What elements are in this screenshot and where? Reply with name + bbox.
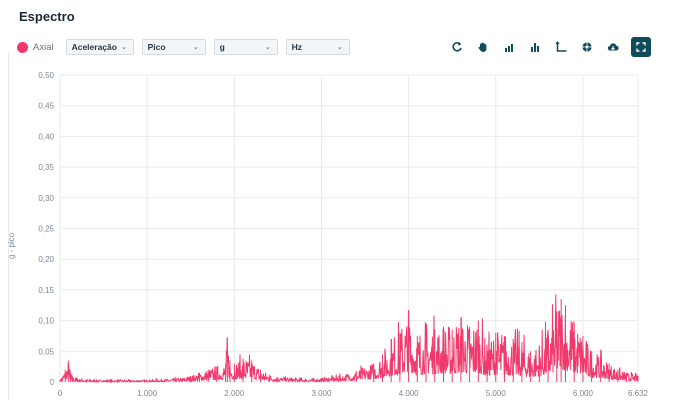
freq-unit-select[interactable]: Hz ⌄ — [285, 39, 350, 55]
spectrum-chart[interactable]: 0 0,05 0,10 0,15 0,20 0,25 0,30 0,35 0,40 0,45 0,5… — [0, 60, 700, 400]
chevron-down-icon: ⌄ — [120, 44, 127, 51]
y-tick-label: 0,05 — [38, 347, 54, 356]
x-tick-label: 0 — [58, 389, 63, 398]
unit-select[interactable]: g ⌄ — [213, 39, 278, 55]
chart-toolbar: Axial Aceleração ⌄ Pico ⌄ g ⌄ Hz ⌄ — [17, 38, 358, 56]
x-tick-label: 6.000 — [573, 389, 594, 398]
bar-chart-alt-icon[interactable] — [525, 37, 545, 57]
x-tick-label: 5.000 — [486, 389, 507, 398]
x-tick-label: 2.000 — [224, 389, 245, 398]
measure-select-value: Aceleração — [71, 42, 117, 52]
y-tick-label: 0,50 — [38, 71, 54, 80]
y-tick-label: 0,25 — [38, 225, 54, 234]
grid-layer — [59, 74, 639, 383]
cloud-download-icon[interactable] — [603, 37, 623, 57]
pan-hand-icon[interactable] — [473, 37, 493, 57]
unit-select-value: g — [219, 42, 225, 52]
chart-actions — [447, 37, 657, 57]
y-tick-label: 0,35 — [38, 163, 54, 172]
y-axis-label: g - pico — [7, 232, 16, 259]
x-tick-label: 3.000 — [311, 389, 332, 398]
refresh-icon[interactable] — [447, 37, 467, 57]
chevron-down-icon: ⌄ — [336, 44, 343, 51]
y-tick-label: 0,20 — [38, 255, 54, 264]
x-tick-labels: 0 1.000 2.000 3.000 4.000 5.000 6.000 6.632 — [58, 389, 649, 398]
statistic-select[interactable]: Pico ⌄ — [141, 39, 206, 55]
statistic-select-value: Pico — [147, 42, 166, 52]
y-tick-label: 0,40 — [38, 132, 54, 141]
freq-unit-select-value: Hz — [291, 42, 302, 52]
x-tick-label: 6.632 — [628, 389, 649, 398]
legend-label[interactable]: Axial — [33, 42, 54, 53]
y-tick-label: 0,15 — [38, 286, 54, 295]
bar-chart-icon[interactable] — [499, 37, 519, 57]
fullscreen-icon[interactable] — [631, 37, 651, 57]
axis-icon[interactable] — [551, 37, 571, 57]
y-tick-label: 0,45 — [38, 102, 54, 111]
x-tick-label: 1.000 — [137, 389, 158, 398]
panel-title: Espectro — [19, 9, 75, 24]
chevron-down-icon: ⌄ — [264, 44, 271, 51]
measure-select[interactable]: Aceleração ⌄ — [65, 39, 134, 55]
chevron-down-icon: ⌄ — [192, 44, 199, 51]
y-tick-label: 0,30 — [38, 194, 54, 203]
settings-dial-icon[interactable] — [577, 37, 597, 57]
y-tick-label: 0 — [50, 378, 55, 387]
y-tick-label: 0,10 — [38, 317, 54, 326]
y-tick-labels: 0 0,05 0,10 0,15 0,20 0,25 0,30 0,35 0,40 0,45 0,5… — [38, 71, 54, 387]
legend-dot[interactable] — [17, 41, 28, 53]
x-tick-label: 4.000 — [399, 389, 420, 398]
